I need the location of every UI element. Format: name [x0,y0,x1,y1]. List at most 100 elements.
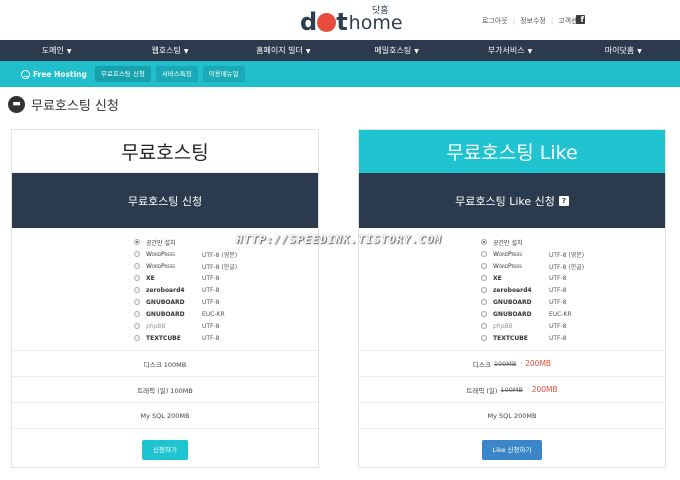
nav-addons[interactable]: 부가서비스 ▼ [453,40,566,61]
nav-label: 메일호스팅 [374,46,412,55]
textcube-logo: TEXTCUBE [493,334,528,342]
option-row[interactable]: GNUBOARD UTF-8 [134,296,318,308]
radio-button[interactable] [481,239,487,245]
nav-label: 부가서비스 [487,46,525,55]
option-encoding: UTF-8 [549,274,567,282]
spec-mysql: My SQL 200MB [359,402,665,428]
radio-button[interactable] [481,323,487,329]
card-footer: 신청하기 [12,428,318,470]
smile-icon [21,69,30,79]
logo-letter-d: d [300,8,317,36]
radio-button[interactable] [134,335,140,341]
option-row[interactable]: WordPress UTF-8 (영문) [134,248,318,260]
nav-webhosting[interactable]: 웹호스팅 ▼ [113,40,226,61]
spec-label: My SQL 200MB [140,411,190,420]
dothome-logo[interactable]: d t home 닷홈 [300,6,403,36]
option-encoding: UTF-8 (영문) [549,251,585,259]
main-nav: 도메인 ▼ 웹호스팅 ▼ 홈페이지 빌더 ▼ 메일호스팅 ▼ 부가서비스 ▼ 마이닷홈 ▼ [0,40,680,61]
option-row[interactable]: XE UTF-8 [134,272,318,284]
option-row[interactable]: zeroboard4 UTF-8 [134,284,318,296]
wordpress-logo: WordPress [146,250,175,258]
spec-label: 디스크 100MB [143,360,187,369]
option-row[interactable]: phpBB UTF-8 [481,320,665,332]
option-row[interactable]: WordPress UTF-8 (영문) [481,248,665,260]
option-encoding: UTF-8 [202,274,220,282]
logo-korean-text: 닷홈 [372,6,389,16]
caret-down-icon: ▼ [66,48,72,55]
free-hosting-like-card: 무료호스팅 Like 무료호스팅 Like 신청 ? 공간만 설치 WordPr… [358,129,666,468]
radio-button[interactable] [134,311,140,317]
radio-button[interactable] [134,263,140,269]
option-row[interactable]: 공간만 설치 [481,236,665,248]
option-encoding: UTF-8 [202,286,220,294]
option-row[interactable]: TEXTCUBE UTF-8 [481,332,665,344]
option-row[interactable]: GNUBOARD EUC-KR [134,308,318,320]
radio-button[interactable] [481,311,487,317]
top-bar: d t home 닷홈 로그아웃 | 정보수정 | 고객센터 f [0,0,680,40]
apply-button[interactable]: 신청하기 [142,439,188,460]
nav-mailhosting[interactable]: 메일호스팅 ▼ [340,40,453,61]
radio-button[interactable] [134,239,140,245]
radio-button[interactable] [134,251,140,257]
logout-link[interactable]: 로그아웃 [482,16,508,26]
apply-like-button[interactable]: Like 신청하기 [481,439,543,460]
radio-button[interactable] [481,251,487,257]
radio-button[interactable] [134,323,140,329]
zeroboard-logo: zeroboard4 [493,286,532,294]
radio-button[interactable] [481,263,487,269]
wordpress-logo: WordPress [146,262,175,270]
spec-traffic: 트래픽 (일) 100MB [12,376,318,402]
gnuboard-logo: GNUBOARD [146,310,185,318]
caret-down-icon: ▼ [637,48,642,55]
tab-manual[interactable]: 이용매뉴얼 [202,66,245,82]
option-encoding: UTF-8 [202,322,220,330]
card-title: 무료호스팅 Like [359,130,665,173]
facebook-icon[interactable]: f [576,15,585,24]
option-row[interactable]: WordPress UTF-8 (한글) [134,260,318,272]
radio-button[interactable] [481,299,487,305]
divider: | [550,17,554,25]
option-row[interactable]: GNUBOARD EUC-KR [481,308,665,320]
spec-old-value: 100MB [500,385,523,394]
option-name: 공간만 설치 [493,239,523,247]
gnuboard-logo: GNUBOARD [493,310,532,318]
option-row[interactable]: GNUBOARD UTF-8 [481,296,665,308]
watermark-text: HTTP://SPEEDINK.TISTORY.COM [236,233,442,246]
nav-domain[interactable]: 도메인 ▼ [0,40,113,61]
xe-logo: XE [493,274,502,282]
option-row[interactable]: TEXTCUBE UTF-8 [134,332,318,344]
option-encoding: UTF-8 [549,334,567,342]
card-footer: Like 신청하기 [359,428,665,470]
radio-button[interactable] [134,287,140,293]
nav-site-builder[interactable]: 홈페이지 빌더 ▼ [227,40,340,61]
option-row[interactable]: WordPress UTF-8 (한글) [481,260,665,272]
sub-nav: Free Hosting 무료호스팅 신청 서비스특징 이용매뉴얼 [0,61,680,87]
nav-label: 웹호스팅 [151,46,181,55]
edit-profile-link[interactable]: 정보수정 [520,16,546,26]
card-subtitle: 무료호스팅 신청 [12,173,318,228]
help-icon[interactable]: ? [558,195,569,206]
radio-button[interactable] [481,335,487,341]
spec-label: 트래픽 (일) [466,386,498,395]
tab-apply[interactable]: 무료호스팅 신청 [94,66,151,82]
wordpress-logo: WordPress [493,250,522,258]
radio-button[interactable] [134,299,140,305]
xe-logo: XE [146,274,155,282]
option-encoding: UTF-8 (한글) [549,263,585,271]
phpbb-logo: phpBB [493,322,513,330]
option-encoding: UTF-8 [549,322,567,330]
spec-label: My SQL 200MB [487,411,537,420]
option-row[interactable]: zeroboard4 UTF-8 [481,284,665,296]
tab-features[interactable]: 서비스특징 [155,66,198,82]
option-row[interactable]: XE UTF-8 [481,272,665,284]
phpbb-logo: phpBB [146,322,166,330]
spec-label: 트래픽 (일) 100MB [137,386,193,395]
nav-mydothome[interactable]: 마이닷홈 ▼ [567,40,680,61]
radio-button[interactable] [481,287,487,293]
option-row[interactable]: phpBB UTF-8 [134,320,318,332]
spec-new-value: · 200MB [526,385,558,394]
radio-button[interactable] [481,275,487,281]
caret-down-icon: ▼ [527,48,533,55]
radio-button[interactable] [134,275,140,281]
free-hosting-label: Free Hosting [33,69,87,79]
